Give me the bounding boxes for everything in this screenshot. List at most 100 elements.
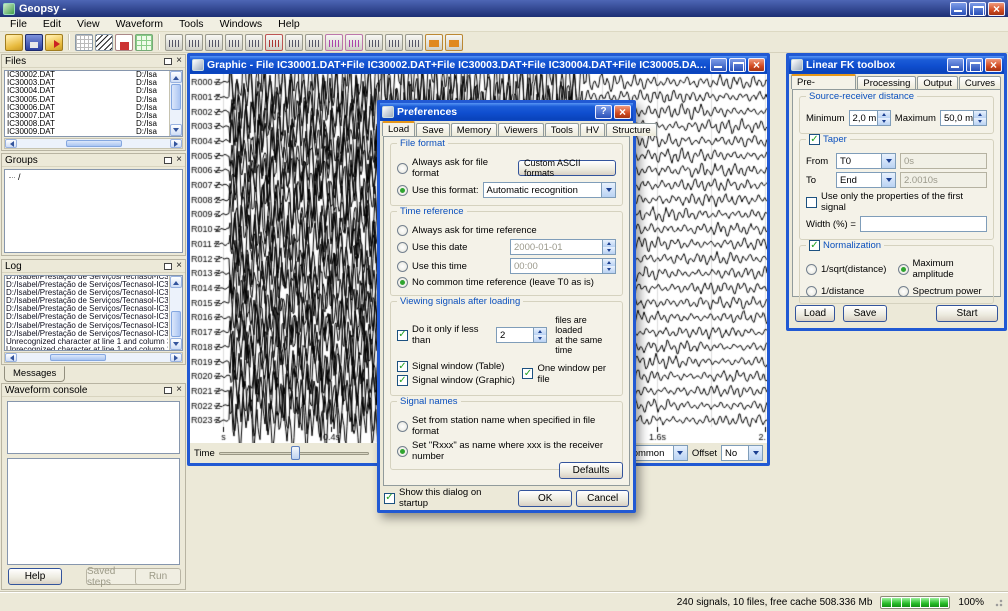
close-panel-icon[interactable]: × (176, 386, 182, 394)
chart-window-icon[interactable] (115, 34, 133, 51)
close-panel-icon[interactable]: × (176, 57, 182, 65)
first-signal-checkbox[interactable] (806, 197, 817, 208)
tool-07-icon[interactable] (285, 34, 303, 51)
tool-02-icon[interactable] (185, 34, 203, 51)
help-icon[interactable] (595, 105, 612, 119)
tool-05-icon[interactable] (245, 34, 263, 51)
table-window-icon[interactable] (75, 34, 93, 51)
spin-down-icon[interactable] (878, 118, 890, 125)
log-vertical-scrollbar[interactable] (169, 276, 182, 350)
tool-04-icon[interactable] (225, 34, 243, 51)
close-icon[interactable] (614, 105, 631, 119)
tool-11-icon[interactable] (365, 34, 383, 51)
normalization-radio[interactable]: 1/distance (806, 286, 896, 297)
slider-handle[interactable] (291, 446, 300, 460)
console-output-area[interactable] (7, 401, 180, 454)
groups-tree[interactable]: / (4, 169, 183, 253)
preferences-tab[interactable]: HV (580, 123, 605, 136)
menu-item[interactable]: Edit (35, 18, 69, 30)
maximize-icon[interactable] (966, 58, 983, 72)
tab-messages[interactable]: Messages (4, 366, 65, 382)
menu-item[interactable]: Help (270, 18, 308, 30)
files-vertical-scrollbar[interactable] (169, 71, 182, 136)
start-button[interactable]: Start (936, 305, 998, 322)
float-panel-icon[interactable] (164, 263, 172, 270)
close-icon[interactable] (748, 58, 765, 72)
ask-file-format-radio[interactable] (397, 163, 408, 174)
cancel-button[interactable]: Cancel (576, 490, 629, 507)
file-format-select[interactable]: Automatic recognition (483, 182, 616, 198)
console-script-area[interactable] (7, 458, 180, 565)
defaults-button[interactable]: Defaults (559, 462, 623, 479)
tool-10-icon[interactable] (345, 34, 363, 51)
custom-ascii-formats-button[interactable]: Custom ASCII formats (518, 160, 616, 176)
normalization-checkbox[interactable] (809, 240, 820, 251)
no-common-time-radio[interactable] (397, 277, 408, 288)
normalization-radio[interactable]: Maximum amplitude (898, 258, 988, 280)
scroll-up-icon[interactable] (170, 276, 182, 288)
close-panel-icon[interactable]: × (176, 156, 182, 164)
file-row[interactable]: IC30010.DAT D:/Isa (6, 137, 168, 138)
scrollbar-thumb[interactable] (66, 140, 122, 147)
width-field[interactable] (860, 216, 987, 232)
minimum-distance-spinner[interactable]: 2,0 m (849, 110, 891, 126)
file-row[interactable]: IC30002.DAT D:/Isa (6, 71, 168, 79)
resize-grip[interactable] (992, 596, 1004, 608)
menu-item[interactable]: Tools (171, 18, 212, 30)
scrollbar-thumb[interactable] (50, 354, 106, 361)
scroll-down-icon[interactable] (170, 338, 182, 350)
close-icon[interactable] (988, 2, 1005, 16)
show-dialog-startup-checkbox[interactable] (384, 493, 395, 504)
tool-12-icon[interactable] (385, 34, 403, 51)
preferences-tab[interactable]: Save (416, 123, 450, 136)
close-icon[interactable] (985, 58, 1002, 72)
help-button[interactable]: Help (8, 568, 62, 585)
chevron-down-icon[interactable] (748, 446, 762, 460)
maximum-distance-spinner[interactable]: 50,0 m (940, 110, 987, 126)
preferences-tab[interactable]: Tools (545, 123, 579, 136)
tool-06-icon[interactable] (265, 34, 283, 51)
graphic-window-icon[interactable] (95, 34, 113, 51)
taper-from-select[interactable]: T0 (836, 153, 896, 169)
file-row[interactable]: IC30008.DAT D:/Isa (6, 120, 168, 128)
normalization-radio[interactable]: 1/sqrt(distance) (806, 258, 896, 280)
menu-item[interactable]: Windows (212, 18, 271, 30)
set-rxxx-radio[interactable] (397, 446, 408, 457)
spin-down-icon[interactable] (534, 335, 546, 342)
spin-down-icon[interactable] (974, 118, 986, 125)
fk-tab[interactable]: Output (917, 76, 958, 89)
float-panel-icon[interactable] (164, 157, 172, 164)
group-root-item[interactable]: / (9, 172, 178, 182)
taper-to-select[interactable]: End (836, 172, 896, 188)
tool-03-icon[interactable] (205, 34, 223, 51)
maximize-icon[interactable] (969, 2, 986, 16)
ok-button[interactable]: OK (518, 490, 573, 507)
save-icon[interactable] (25, 34, 43, 51)
file-row[interactable]: IC30007.DAT D:/Isa (6, 112, 168, 120)
fk-tab[interactable]: Curves (959, 76, 1001, 89)
do-it-only-checkbox[interactable] (397, 330, 408, 341)
float-panel-icon[interactable] (164, 387, 172, 394)
scrollbar-thumb[interactable] (171, 311, 181, 337)
load-button[interactable]: Load (795, 305, 835, 322)
chevron-down-icon[interactable] (881, 154, 895, 168)
tool-13-icon[interactable] (405, 34, 423, 51)
spin-up-icon[interactable] (878, 111, 890, 118)
save-button[interactable]: Save (843, 305, 887, 322)
graphic-titlebar[interactable]: Graphic - File IC30001.DAT+File IC30002.… (190, 56, 767, 74)
files-horizontal-scrollbar[interactable] (4, 138, 183, 149)
scroll-right-icon[interactable] (170, 353, 182, 362)
file-row[interactable]: IC30005.DAT D:/Isa (6, 96, 168, 104)
minimize-icon[interactable] (947, 58, 964, 72)
close-panel-icon[interactable]: × (176, 262, 182, 270)
spin-up-icon[interactable] (974, 111, 986, 118)
ask-time-reference-radio[interactable] (397, 225, 408, 236)
tool-14-icon[interactable] (425, 34, 443, 51)
one-window-per-file-checkbox[interactable] (522, 368, 533, 379)
offset-select[interactable]: No (721, 445, 763, 461)
menu-item[interactable]: File (2, 18, 35, 30)
taper-checkbox[interactable] (809, 134, 820, 145)
tool-01-icon[interactable] (165, 34, 183, 51)
scroll-left-icon[interactable] (5, 139, 17, 148)
file-row[interactable]: IC30006.DAT D:/Isa (6, 104, 168, 112)
